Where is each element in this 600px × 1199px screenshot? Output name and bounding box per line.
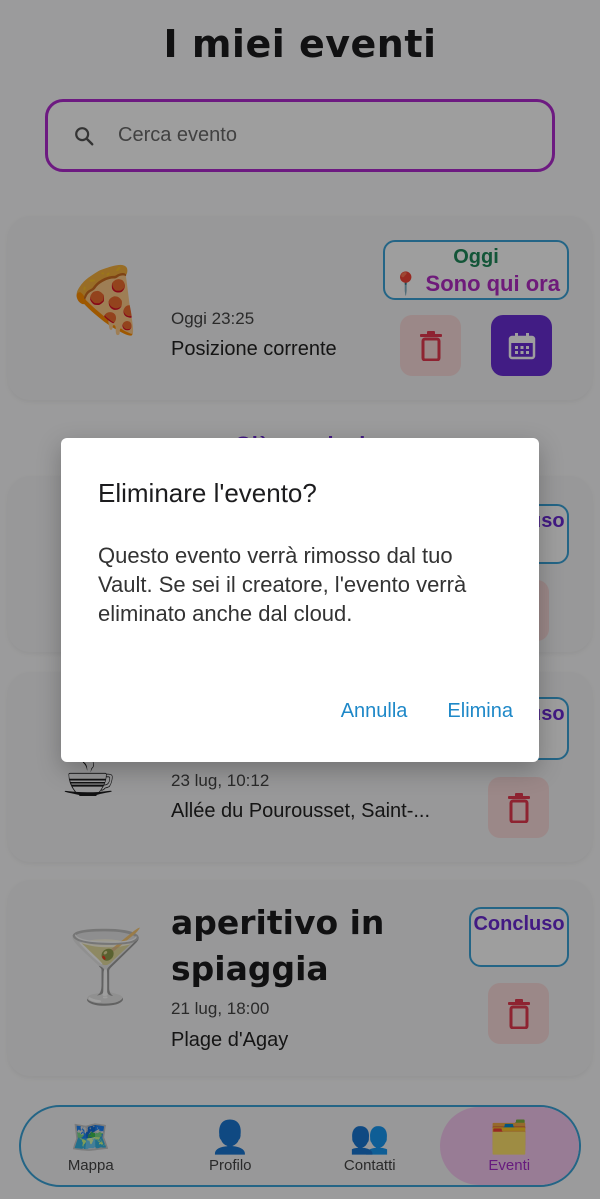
dialog-actions: Annulla Elimina [341, 700, 513, 723]
delete-dialog: Eliminare l'evento? Questo evento verrà … [61, 438, 539, 762]
dialog-message: Questo evento verrà rimosso dal tuo Vaul… [98, 543, 467, 626]
cancel-button[interactable]: Annulla [341, 700, 408, 723]
confirm-delete-button[interactable]: Elimina [447, 700, 513, 723]
dialog-title: Eliminare l'evento? [98, 478, 317, 508]
